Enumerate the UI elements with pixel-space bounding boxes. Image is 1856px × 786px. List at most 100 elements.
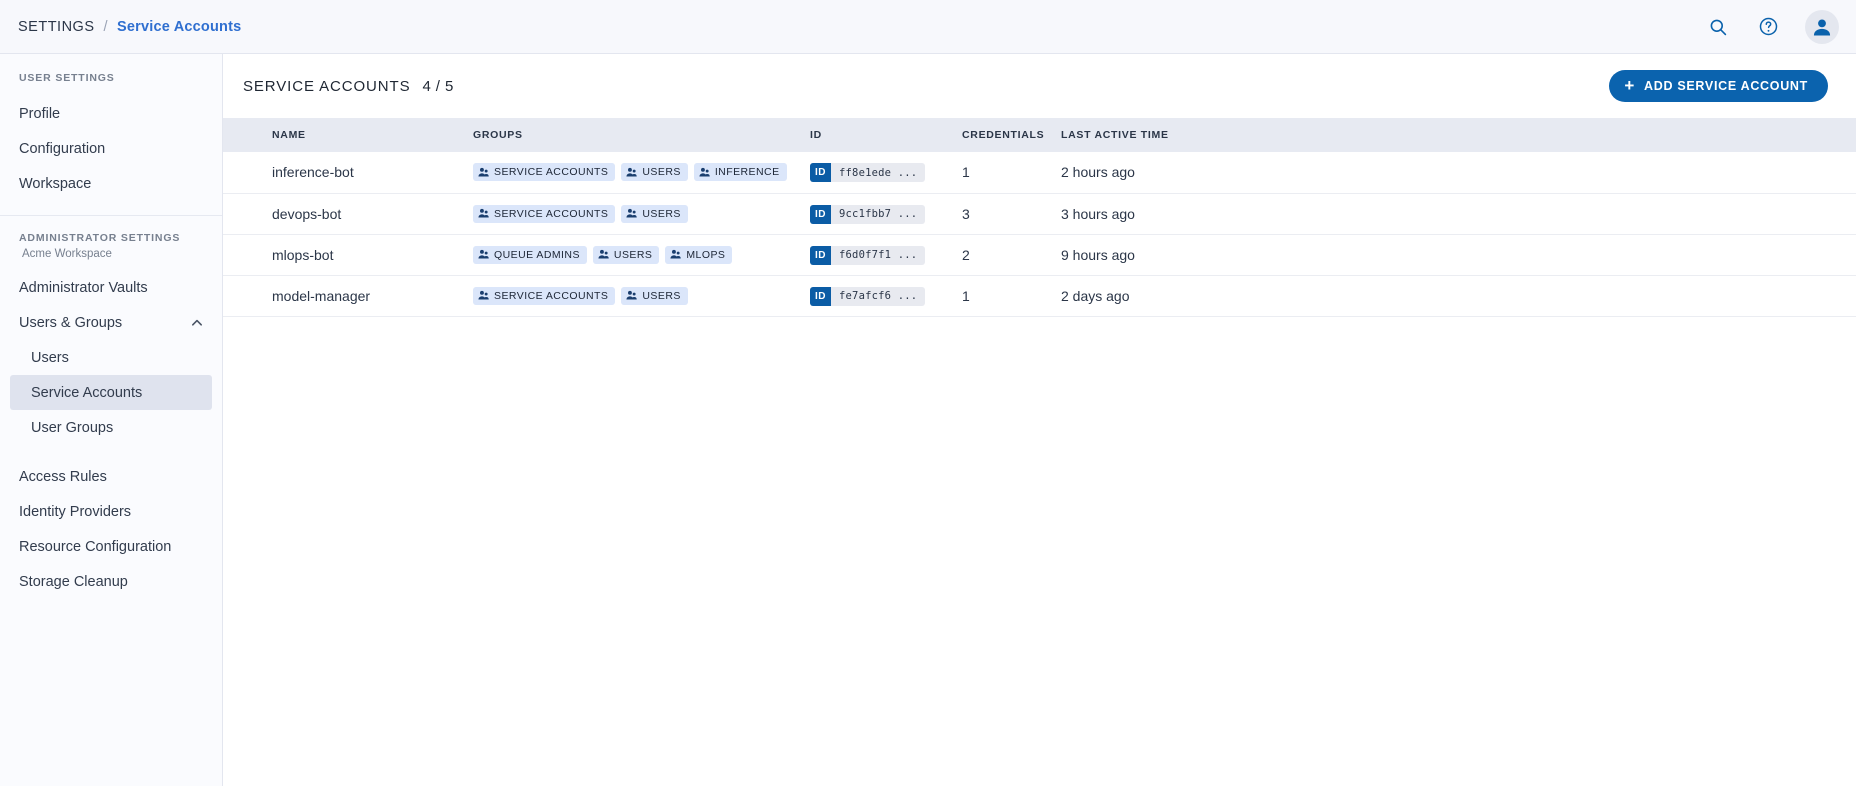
cell-name: mlops-bot xyxy=(223,234,473,275)
sidebar-item-label: Storage Cleanup xyxy=(19,574,128,590)
id-chip[interactable]: ID9cc1fbb7 ... xyxy=(810,205,925,224)
table-row[interactable]: model-managerSERVICE ACCOUNTS USERS IDfe7a… xyxy=(223,275,1856,316)
sidebar-item-resource-configuration[interactable]: Resource Configuration xyxy=(0,529,222,564)
sidebar-item-label: Users xyxy=(31,350,69,366)
column-header-credentials[interactable]: CREDENTIALS xyxy=(962,118,1061,152)
cell-name: devops-bot xyxy=(223,193,473,234)
sidebar-item-service-accounts[interactable]: Service Accounts xyxy=(10,375,212,410)
id-value: fe7afcf6 ... xyxy=(831,287,925,306)
sidebar-item-label: Workspace xyxy=(19,176,91,192)
group-icon xyxy=(699,167,710,178)
top-bar: SETTINGS / Service Accounts xyxy=(0,0,1856,54)
group-icon xyxy=(478,208,489,219)
column-header-id[interactable]: ID xyxy=(810,118,962,152)
id-badge-label: ID xyxy=(810,287,831,306)
column-header-last-active[interactable]: LAST ACTIVE TIME xyxy=(1061,118,1856,152)
breadcrumb-settings[interactable]: SETTINGS xyxy=(18,19,95,35)
cell-name: inference-bot xyxy=(223,152,473,193)
table-row[interactable]: devops-bot SERVICE ACCOUNTS USERS ID9cc1fbb… xyxy=(223,193,1856,234)
group-chip-list: SERVICE ACCOUNTS USERS INFERENCE xyxy=(473,163,810,181)
sidebar-item-storage-cleanup[interactable]: Storage Cleanup xyxy=(0,564,222,599)
cell-last-active: 2 days ago xyxy=(1061,275,1856,316)
cell-last-active: 3 hours ago xyxy=(1061,193,1856,234)
sidebar-item-label: Administrator Vaults xyxy=(19,280,148,296)
group-icon xyxy=(626,290,637,301)
group-chip[interactable]: SERVICE ACCOUNTS xyxy=(473,287,615,305)
group-chip[interactable]: USERS xyxy=(593,246,659,264)
add-service-account-label: ADD SERVICE ACCOUNT xyxy=(1644,79,1808,93)
group-chip-label: USERS xyxy=(642,208,680,220)
column-header-groups[interactable]: GROUPS xyxy=(473,118,810,152)
sidebar-item-access-rules[interactable]: Access Rules xyxy=(0,459,222,494)
id-chip[interactable]: IDfe7afcf6 ... xyxy=(810,287,925,306)
cell-last-active: 9 hours ago xyxy=(1061,234,1856,275)
cell-name: model-manager xyxy=(223,275,473,316)
group-chip[interactable]: SERVICE ACCOUNTS xyxy=(473,205,615,223)
group-chip[interactable]: USERS xyxy=(621,205,687,223)
group-icon xyxy=(478,290,489,301)
sidebar-item-label: Configuration xyxy=(19,141,105,157)
page-header: SERVICE ACCOUNTS 4 / 5 + ADD SERVICE ACC… xyxy=(223,54,1856,118)
main-content: SERVICE ACCOUNTS 4 / 5 + ADD SERVICE ACC… xyxy=(223,54,1856,786)
id-chip[interactable]: IDf6d0f7f1 ... xyxy=(810,246,925,265)
id-badge-label: ID xyxy=(810,205,831,224)
group-chip[interactable]: MLOPS xyxy=(665,246,732,264)
cell-id: IDfe7afcf6 ... xyxy=(810,275,962,316)
sidebar-divider xyxy=(0,215,222,216)
group-chip[interactable]: SERVICE ACCOUNTS xyxy=(473,163,615,181)
add-service-account-button[interactable]: + ADD SERVICE ACCOUNT xyxy=(1609,70,1828,102)
sidebar-item-label: Resource Configuration xyxy=(19,539,171,555)
group-icon xyxy=(598,249,609,260)
sidebar-item-profile[interactable]: Profile xyxy=(0,96,222,131)
sidebar-item-administrator-vaults[interactable]: Administrator Vaults xyxy=(0,270,222,305)
table-row[interactable]: inference-botSERVICE ACCOUNTS USERS INFERE… xyxy=(223,152,1856,193)
help-icon[interactable] xyxy=(1755,14,1781,40)
sidebar-item-workspace[interactable]: Workspace xyxy=(0,166,222,201)
group-chip[interactable]: INFERENCE xyxy=(694,163,787,181)
plus-icon: + xyxy=(1624,77,1635,94)
id-badge-label: ID xyxy=(810,163,831,182)
cell-groups: QUEUE ADMINS USERS MLOPS xyxy=(473,234,810,275)
chevron-up-icon xyxy=(190,316,204,330)
group-chip[interactable]: QUEUE ADMINS xyxy=(473,246,587,264)
service-account-count: 4 / 5 xyxy=(423,78,454,95)
group-chip-list: QUEUE ADMINS USERS MLOPS xyxy=(473,246,810,264)
table-body: inference-botSERVICE ACCOUNTSUSERSINFERE… xyxy=(223,152,1856,316)
sidebar-section-administrator-settings: ADMINISTRATOR SETTINGS xyxy=(0,232,222,244)
sidebar-item-label: Access Rules xyxy=(19,469,107,485)
sidebar-item-users[interactable]: Users xyxy=(0,340,222,375)
sidebar-item-users-and-groups[interactable]: Users & Groups xyxy=(0,305,222,340)
cell-credentials: 3 xyxy=(962,193,1061,234)
group-chip-label: USERS xyxy=(642,166,680,178)
sidebar-item-label: Profile xyxy=(19,106,60,122)
sidebar-item-label: Service Accounts xyxy=(31,385,142,401)
group-chip-label: INFERENCE xyxy=(715,166,780,178)
sidebar-item-user-groups[interactable]: User Groups xyxy=(0,410,222,445)
breadcrumb: SETTINGS / Service Accounts xyxy=(18,19,241,35)
search-icon[interactable] xyxy=(1705,14,1731,40)
service-accounts-table: NAME GROUPS ID CREDENTIALS LAST ACTIVE T… xyxy=(223,118,1856,317)
cell-credentials: 1 xyxy=(962,275,1061,316)
id-badge-label: ID xyxy=(810,246,831,265)
sidebar-item-identity-providers[interactable]: Identity Providers xyxy=(0,494,222,529)
group-chip[interactable]: USERS xyxy=(621,163,687,181)
cell-groups: SERVICE ACCOUNTS USERS INFERENCE xyxy=(473,152,810,193)
id-value: 9cc1fbb7 ... xyxy=(831,205,925,224)
id-chip[interactable]: IDff8e1ede ... xyxy=(810,163,925,182)
group-chip-label: SERVICE ACCOUNTS xyxy=(494,208,608,220)
cell-groups: SERVICE ACCOUNTS USERS xyxy=(473,193,810,234)
user-avatar-icon[interactable] xyxy=(1805,10,1839,44)
group-icon xyxy=(478,249,489,260)
group-chip-label: MLOPS xyxy=(686,249,725,261)
group-chip-list: SERVICE ACCOUNTS USERS xyxy=(473,287,810,305)
breadcrumb-service-accounts[interactable]: Service Accounts xyxy=(117,19,241,35)
group-chip[interactable]: USERS xyxy=(621,287,687,305)
group-icon xyxy=(626,167,637,178)
group-chip-label: USERS xyxy=(642,290,680,302)
cell-id: IDff8e1ede ... xyxy=(810,152,962,193)
table-header: NAME GROUPS ID CREDENTIALS LAST ACTIVE T… xyxy=(223,118,1856,152)
table-row[interactable]: mlops-botQUEUE ADMINS USERS MLOPS IDf6d0f7f… xyxy=(223,234,1856,275)
id-value: f6d0f7f1 ... xyxy=(831,246,925,265)
sidebar-item-configuration[interactable]: Configuration xyxy=(0,131,222,166)
column-header-name[interactable]: NAME xyxy=(223,118,473,152)
